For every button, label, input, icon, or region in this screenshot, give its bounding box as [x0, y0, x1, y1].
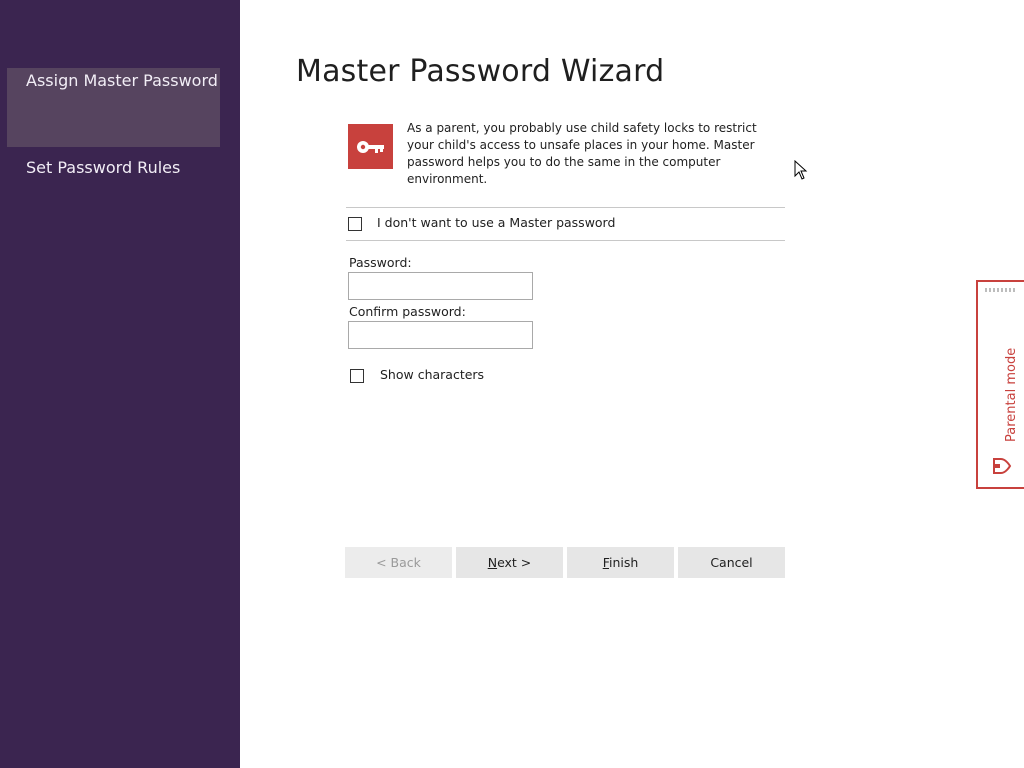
next-button[interactable]: Next > [456, 547, 563, 578]
finish-button[interactable]: Finish [567, 547, 674, 578]
confirm-password-field[interactable] [348, 321, 533, 349]
key-icon [348, 124, 393, 169]
divider [346, 207, 785, 208]
wizard-sidebar: Assign Master Password Set Password Rule… [0, 0, 240, 768]
finish-label: inish [608, 555, 639, 570]
shield-icon [990, 455, 1012, 481]
grip-dots [985, 288, 1017, 292]
cancel-button[interactable]: Cancel [678, 547, 785, 578]
password-field[interactable] [348, 272, 533, 300]
next-mnemonic: N [487, 555, 498, 570]
show-characters-checkbox[interactable] [350, 369, 364, 383]
sidebar-item-set-password-rules[interactable]: Set Password Rules [7, 158, 220, 188]
parental-mode-tab[interactable]: Parental mode [976, 280, 1024, 489]
next-label: ext > [497, 555, 532, 570]
back-button[interactable]: < Back [345, 547, 452, 578]
mouse-cursor-icon [794, 159, 808, 185]
sidebar-item-assign-master-password[interactable]: Assign Master Password [7, 68, 220, 147]
parental-mode-label: Parental mode [1004, 347, 1019, 442]
page-title: Master Password Wizard [296, 54, 665, 89]
password-label: Password: [349, 255, 412, 270]
no-master-password-checkbox[interactable] [348, 217, 362, 231]
show-characters-label: Show characters [380, 367, 485, 382]
sidebar-item-label: Set Password Rules [26, 158, 181, 177]
no-master-password-label: I don't want to use a Master password [377, 215, 616, 230]
intro-text: As a parent, you probably use child safe… [407, 121, 757, 186]
wizard-content: Master Password Wizard As a parent, you … [240, 0, 1024, 768]
divider [346, 240, 785, 241]
sidebar-item-label: Assign Master Password [26, 71, 218, 90]
confirm-password-label: Confirm password: [349, 304, 466, 319]
